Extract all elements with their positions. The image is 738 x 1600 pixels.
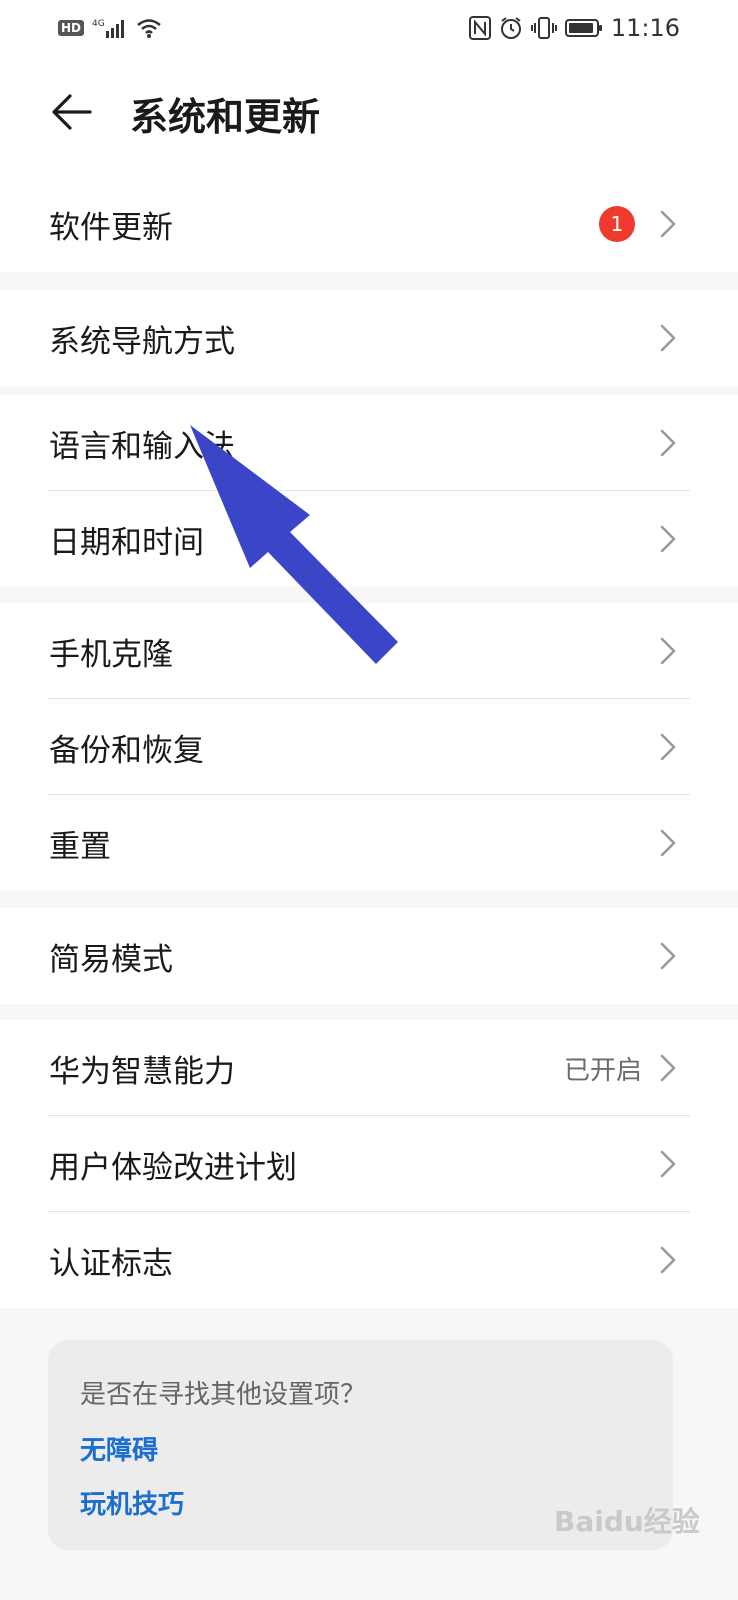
svg-text:4G: 4G: [92, 19, 105, 29]
page-title: 系统和更新: [130, 95, 321, 139]
suggestion-link-tips[interactable]: 玩机技巧: [80, 1484, 184, 1521]
chevron-right-icon: [660, 429, 676, 457]
settings-group-misc: 华为智慧能力 已开启 用户体验改进计划 认证标志: [0, 1020, 738, 1308]
chevron-right-icon: [660, 210, 676, 238]
row-label: 简易模式: [49, 941, 173, 978]
chevron-right-icon: [660, 733, 676, 761]
settings-row-system-navigation[interactable]: 系统导航方式: [0, 290, 738, 386]
settings-row-simple-mode[interactable]: 简易模式: [0, 908, 738, 1004]
chevron-right-icon: [660, 637, 676, 665]
vibrate-icon: [530, 16, 557, 40]
row-label: 系统导航方式: [49, 323, 235, 360]
row-label: 备份和恢复: [49, 732, 204, 769]
clock: 11:16: [610, 14, 680, 42]
back-button[interactable]: [50, 90, 94, 134]
nfc-icon: [468, 16, 491, 40]
settings-row-language-input[interactable]: 语言和输入法: [0, 395, 738, 491]
battery-icon: [564, 18, 603, 38]
suggestion-link-accessibility[interactable]: 无障碍: [80, 1430, 158, 1467]
chevron-right-icon: [660, 525, 676, 553]
row-status-value: 已开启: [563, 1055, 642, 1086]
settings-row-phone-clone[interactable]: 手机克隆: [0, 603, 738, 699]
settings-row-backup-restore[interactable]: 备份和恢复: [0, 699, 738, 795]
settings-row-certification[interactable]: 认证标志: [0, 1212, 738, 1308]
notification-badge: 1: [599, 206, 635, 242]
row-label: 华为智慧能力: [49, 1053, 235, 1090]
settings-group-navigation: 系统导航方式: [0, 290, 738, 386]
row-label: 认证标志: [49, 1245, 173, 1282]
settings-row-software-update[interactable]: 软件更新 1: [0, 176, 738, 272]
settings-group-backup: 手机克隆 备份和恢复 重置: [0, 603, 738, 891]
row-label: 日期和时间: [49, 524, 204, 561]
chevron-right-icon: [660, 942, 676, 970]
row-label: 重置: [49, 828, 111, 865]
row-label: 语言和输入法: [49, 428, 235, 465]
cellular-signal-icon: 4G: [92, 17, 128, 39]
status-bar-right: 11:16: [468, 14, 680, 42]
chevron-right-icon: [660, 829, 676, 857]
back-arrow-icon: [52, 94, 92, 130]
row-label: 用户体验改进计划: [49, 1149, 297, 1186]
hd-icon: HD: [58, 20, 85, 36]
chevron-right-icon: [660, 1054, 676, 1082]
status-bar: HD 4G 11:16: [0, 0, 738, 56]
suggestions-title: 是否在寻找其他设置项？: [80, 1380, 367, 1410]
status-bar-left: HD 4G: [58, 17, 162, 39]
row-label: 手机克隆: [49, 636, 173, 673]
settings-row-huawei-intelligence[interactable]: 华为智慧能力 已开启: [0, 1020, 738, 1116]
settings-row-reset[interactable]: 重置: [0, 795, 738, 891]
chevron-right-icon: [660, 1246, 676, 1274]
row-label: 软件更新: [49, 209, 173, 246]
settings-group-update: 软件更新 1: [0, 176, 738, 272]
settings-group-simple-mode: 简易模式: [0, 908, 738, 1004]
alarm-icon: [499, 16, 523, 40]
settings-row-user-experience[interactable]: 用户体验改进计划: [0, 1116, 738, 1212]
watermark-logo: Baidu经验: [554, 1505, 700, 1538]
chevron-right-icon: [660, 1150, 676, 1178]
wifi-icon: [136, 17, 162, 39]
chevron-right-icon: [660, 324, 676, 352]
settings-row-date-time[interactable]: 日期和时间: [0, 491, 738, 587]
app-header: 系统和更新: [0, 56, 738, 176]
settings-group-language-time: 语言和输入法 日期和时间: [0, 395, 738, 587]
